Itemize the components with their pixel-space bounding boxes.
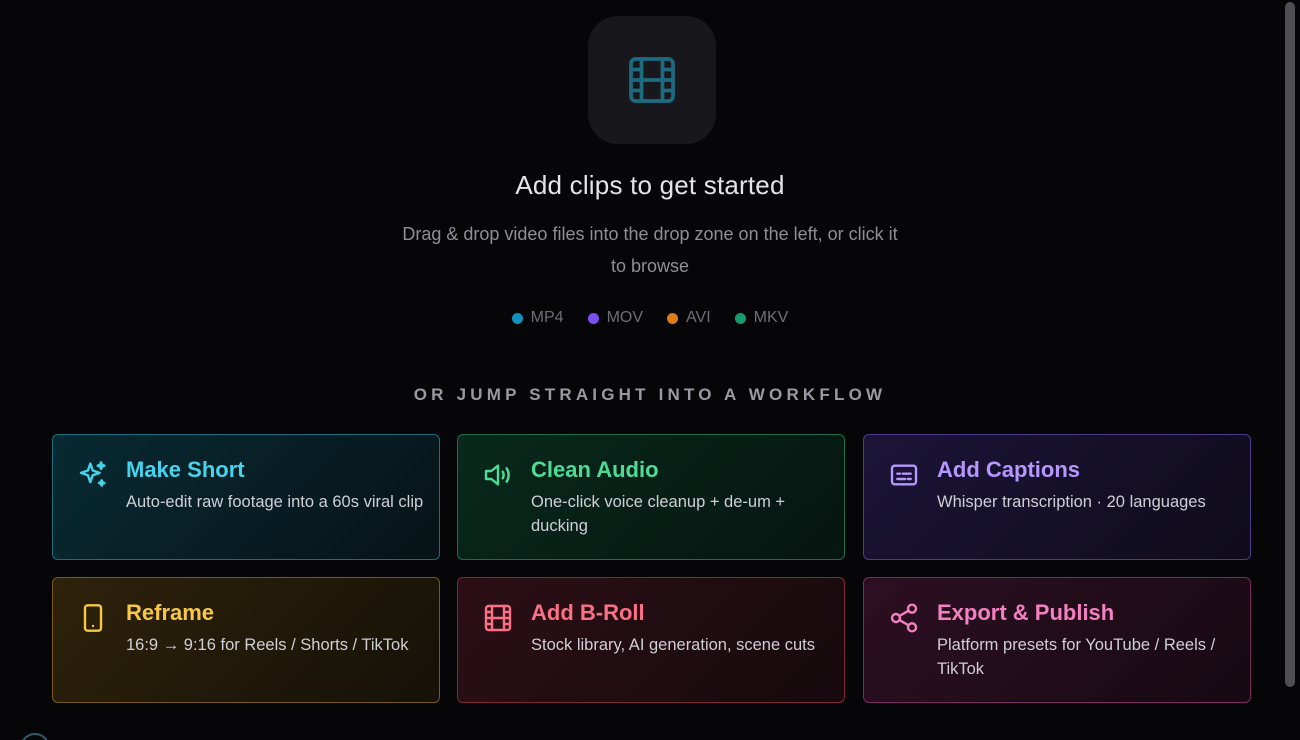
card-title: Reframe: [126, 600, 215, 625]
sparkles-icon: [77, 459, 109, 491]
page-subtitle: Drag & drop video files into the drop zo…: [402, 224, 898, 276]
workflow-card-clean-audio[interactable]: Clean Audio One-click voice cleanup + de…: [457, 434, 845, 560]
workflow-heading: OR JUMP STRAIGHT INTO A WORKFLOW: [413, 385, 887, 404]
format-mov: MOV: [587, 308, 644, 328]
format-label: AVI: [686, 309, 711, 326]
card-description: One-click voice cleanup + de-um + duckin…: [531, 493, 786, 535]
phone-icon: [77, 602, 109, 634]
card-title: Add Captions: [937, 457, 1080, 482]
empty-state-page: Add clips to get started Drag & drop vid…: [0, 0, 1300, 740]
format-dot: [734, 312, 746, 324]
film-icon: [588, 16, 716, 144]
card-description: Whisper transcription · 20 languages: [937, 493, 1206, 511]
page-title: Add clips to get started: [515, 170, 785, 200]
film-icon: [482, 602, 514, 634]
help-button[interactable]: [20, 733, 50, 740]
scrollbar-thumb[interactable]: [1285, 2, 1295, 687]
workflow-card-make-short[interactable]: Make Short Auto-edit raw footage into a …: [52, 434, 440, 560]
supported-formats: MP4 MOV AVI MKV: [0, 308, 1300, 328]
share-icon: [888, 602, 920, 634]
card-title: Export & Publish: [937, 600, 1115, 625]
card-title: Add B-Roll: [531, 600, 645, 625]
speaker-icon: [482, 459, 514, 491]
format-avi: AVI: [667, 308, 711, 328]
format-label: MP4: [530, 309, 564, 326]
format-dot: [511, 312, 523, 324]
card-description: 16:9 → 9:16 for Reels / Shorts / TikTok: [126, 636, 409, 654]
format-mp4: MP4: [511, 308, 564, 328]
format-label: MKV: [753, 309, 789, 326]
format-dot: [667, 312, 679, 324]
format-label: MOV: [606, 309, 644, 326]
card-description: Stock library, AI generation, scene cuts: [531, 636, 816, 654]
captions-icon: [888, 459, 920, 491]
card-title: Make Short: [126, 457, 245, 482]
card-description: Auto-edit raw footage into a 60s viral c…: [126, 493, 424, 511]
workflow-card-reframe[interactable]: Reframe 16:9 → 9:16 for Reels / Shorts /…: [52, 577, 440, 703]
format-mkv: MKV: [734, 308, 789, 328]
card-title: Clean Audio: [531, 457, 659, 482]
workflow-card-add-captions[interactable]: Add Captions Whisper transcription · 20 …: [863, 434, 1251, 560]
card-description: Platform presets for YouTube / Reels / T…: [937, 636, 1216, 678]
format-dot: [587, 312, 599, 324]
workflow-card-add-b-roll[interactable]: Add B-Roll Stock library, AI generation,…: [457, 577, 845, 703]
workflow-card-export-publish[interactable]: Export & Publish Platform presets for Yo…: [863, 577, 1251, 703]
